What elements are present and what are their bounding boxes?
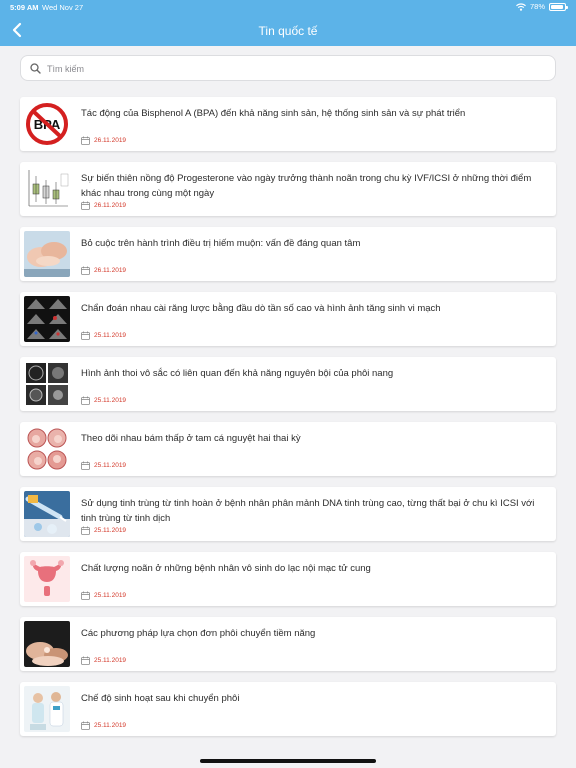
article-date: 25.11.2019 [81,721,126,730]
home-indicator[interactable] [200,759,376,763]
article-title: Sự biến thiên nồng độ Progesterone vào n… [81,173,532,199]
article-thumbnail [24,231,70,277]
article-date-text: 26.11.2019 [94,267,127,274]
status-bar: 5:09 AM Wed Nov 27 78% [0,0,576,14]
article-thumbnail [24,361,70,407]
calendar-icon [81,656,90,665]
article-date: 25.11.2019 [81,656,126,665]
article-card[interactable]: Sử dụng tinh trùng từ tinh hoàn ở bệnh n… [20,487,556,541]
article-date: 25.11.2019 [81,526,126,535]
article-title: Chẩn đoán nhau cài răng lược bằng đầu dò… [81,303,441,314]
article-date-text: 25.11.2019 [94,592,127,599]
search-bar[interactable] [20,55,556,81]
article-date: 26.11.2019 [81,266,126,275]
article-title: Chế độ sinh hoạt sau khi chuyển phôi [81,693,240,704]
article-date-text: 25.11.2019 [94,332,127,339]
article-title: Hình ảnh thoi vô sắc có liên quan đến kh… [81,368,394,379]
calendar-icon [81,591,90,600]
article-thumbnail [24,621,70,667]
calendar-icon [81,396,90,405]
article-card[interactable]: Chế độ sinh hoạt sau khi chuyển phôi 25.1… [20,682,556,736]
article-thumbnail [24,426,70,472]
article-thumbnail [24,686,70,732]
calendar-icon [81,721,90,730]
article-thumbnail [24,556,70,602]
battery-icon [549,2,568,11]
article-title: Sử dụng tinh trùng từ tinh hoàn ở bệnh n… [81,498,535,524]
article-card[interactable]: BPA Tác động của Bisphenol A (BPA) đến kh… [20,97,556,151]
wifi-icon [516,2,526,11]
calendar-icon [81,201,90,210]
calendar-icon [81,461,90,470]
article-title: Tác động của Bisphenol A (BPA) đến khả n… [81,108,466,119]
article-date-text: 25.11.2019 [94,462,127,469]
article-date: 26.11.2019 [81,136,126,145]
article-date-text: 26.11.2019 [94,202,127,209]
status-right: 78% [516,2,568,11]
article-thumbnail [24,296,70,342]
calendar-icon [81,266,90,275]
article-date-text: 25.11.2019 [94,397,127,404]
calendar-icon [81,526,90,535]
status-time: 5:09 AM [10,3,39,12]
article-date: 25.11.2019 [81,461,126,470]
nav-header: 5:09 AM Wed Nov 27 78% Tin quốc tế [0,0,576,46]
article-card[interactable]: Chẩn đoán nhau cài răng lược bằng đầu dò… [20,292,556,346]
article-card[interactable]: Theo dõi nhau bám thấp ở tam cá nguyệt h… [20,422,556,476]
article-title: Theo dõi nhau bám thấp ở tam cá nguyệt h… [81,433,301,444]
article-title: Bỏ cuộc trên hành trình điều trị hiếm mu… [81,238,361,249]
article-card[interactable]: Sự biến thiên nồng độ Progesterone vào n… [20,162,556,216]
article-date-text: 25.11.2019 [94,527,127,534]
article-card[interactable]: Hình ảnh thoi vô sắc có liên quan đến kh… [20,357,556,411]
search-input[interactable] [47,59,547,78]
calendar-icon [81,136,90,145]
article-date-text: 25.11.2019 [94,722,127,729]
article-date-text: 26.11.2019 [94,137,127,144]
article-card[interactable]: Bỏ cuộc trên hành trình điều trị hiếm mu… [20,227,556,281]
calendar-icon [81,331,90,340]
article-date: 25.11.2019 [81,591,126,600]
article-card[interactable]: Các phương pháp lựa chọn đơn phôi chuyển… [20,617,556,671]
article-title: Các phương pháp lựa chọn đơn phôi chuyển… [81,628,316,639]
article-thumbnail [24,491,70,537]
article-title: Chất lượng noãn ở những bệnh nhân vô sin… [81,563,371,574]
article-card[interactable]: Chất lượng noãn ở những bệnh nhân vô sin… [20,552,556,606]
search-icon [30,63,41,74]
article-list: BPA Tác động của Bisphenol A (BPA) đến kh… [20,97,556,747]
article-date: 26.11.2019 [81,201,126,210]
article-date-text: 25.11.2019 [94,657,127,664]
article-date: 25.11.2019 [81,331,126,340]
status-date: Wed Nov 27 [42,3,84,12]
article-date: 25.11.2019 [81,396,126,405]
article-thumbnail: BPA [24,101,70,147]
battery-percent: 78% [529,2,545,11]
page-title: Tin quốc tế [258,24,318,38]
article-thumbnail [24,166,70,212]
